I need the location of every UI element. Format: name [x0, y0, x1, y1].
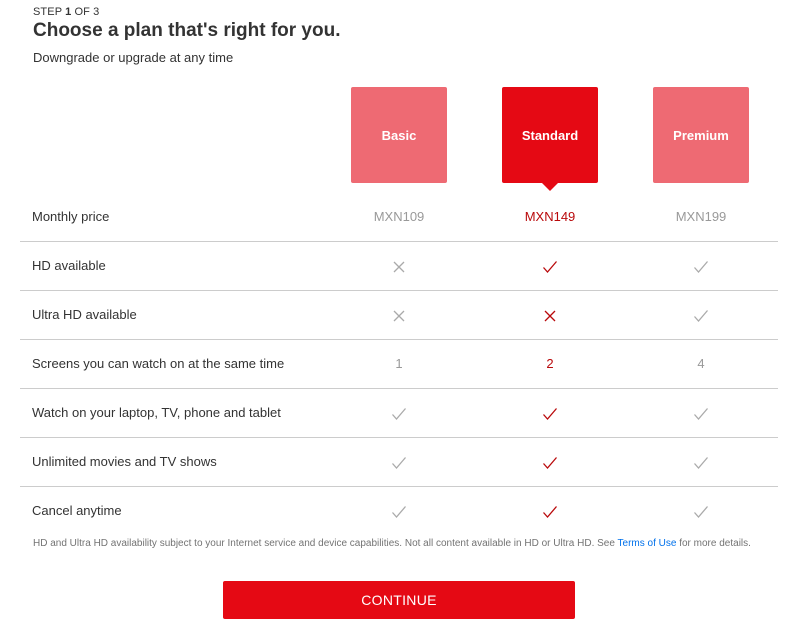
- feature-row: Monthly price MXN109 MXN149 MXN199: [20, 193, 778, 242]
- check-icon: [653, 487, 749, 534]
- footnote-text-end: for more details.: [676, 538, 751, 549]
- feature-label: HD available: [32, 258, 106, 273]
- continue-button[interactable]: CONTINUE: [223, 581, 575, 619]
- plan-standard-button[interactable]: Standard: [502, 87, 598, 191]
- cross-icon: [351, 291, 447, 338]
- plan-comparison-table: Monthly price MXN109 MXN149 MXN199 HD availa…: [20, 193, 778, 535]
- feature-row: Ultra HD available: [20, 291, 778, 340]
- check-icon: [653, 438, 749, 485]
- plan-basic-label: Basic: [381, 127, 417, 143]
- feature-row: Watch on your laptop, TV, phone and tabl…: [20, 389, 778, 438]
- check-icon: [502, 389, 598, 436]
- plan-premium-label: Premium: [673, 127, 729, 143]
- step-prefix: STEP: [33, 6, 66, 18]
- plan-standard-label: Standard: [521, 127, 579, 143]
- feature-value: MXN109: [373, 209, 425, 224]
- step-suffix: OF 3: [71, 6, 100, 18]
- footnote-text: HD and Ultra HD availability subject to …: [33, 538, 618, 549]
- feature-label: Cancel anytime: [32, 503, 122, 518]
- check-icon: [653, 242, 749, 289]
- step-indicator: STEP 1 OF 3: [33, 6, 99, 18]
- check-icon: [502, 242, 598, 289]
- footnote: HD and Ultra HD availability subject to …: [33, 538, 763, 550]
- check-icon: [351, 389, 447, 436]
- feature-label: Ultra HD available: [32, 307, 137, 322]
- feature-row: Cancel anytime: [20, 487, 778, 535]
- feature-label: Screens you can watch on at the same tim…: [32, 356, 285, 371]
- feature-label: Watch on your laptop, TV, phone and tabl…: [32, 405, 281, 420]
- feature-label: Unlimited movies and TV shows: [32, 454, 217, 469]
- plan-basic-button[interactable]: Basic: [351, 87, 447, 183]
- cross-icon: [502, 291, 598, 338]
- check-icon: [351, 438, 447, 485]
- page-title: Choose a plan that's right for you.: [33, 20, 341, 41]
- feature-value: 1: [395, 356, 403, 371]
- plan-premium-button[interactable]: Premium: [653, 87, 749, 183]
- feature-row: Screens you can watch on at the same tim…: [20, 340, 778, 389]
- feature-value: 2: [546, 356, 554, 371]
- check-icon: [653, 291, 749, 338]
- check-icon: [502, 438, 598, 485]
- cross-icon: [351, 242, 447, 289]
- feature-value: MXN199: [675, 209, 727, 224]
- feature-row: Unlimited movies and TV shows: [20, 438, 778, 487]
- feature-row: HD available: [20, 242, 778, 291]
- page-subtitle: Downgrade or upgrade at any time: [33, 50, 234, 65]
- feature-value: MXN149: [524, 209, 576, 224]
- check-icon: [653, 389, 749, 436]
- terms-of-use-link[interactable]: Terms of Use: [618, 538, 677, 549]
- check-icon: [351, 487, 447, 534]
- feature-label: Monthly price: [32, 209, 110, 224]
- check-icon: [502, 487, 598, 534]
- feature-value: 4: [697, 356, 705, 371]
